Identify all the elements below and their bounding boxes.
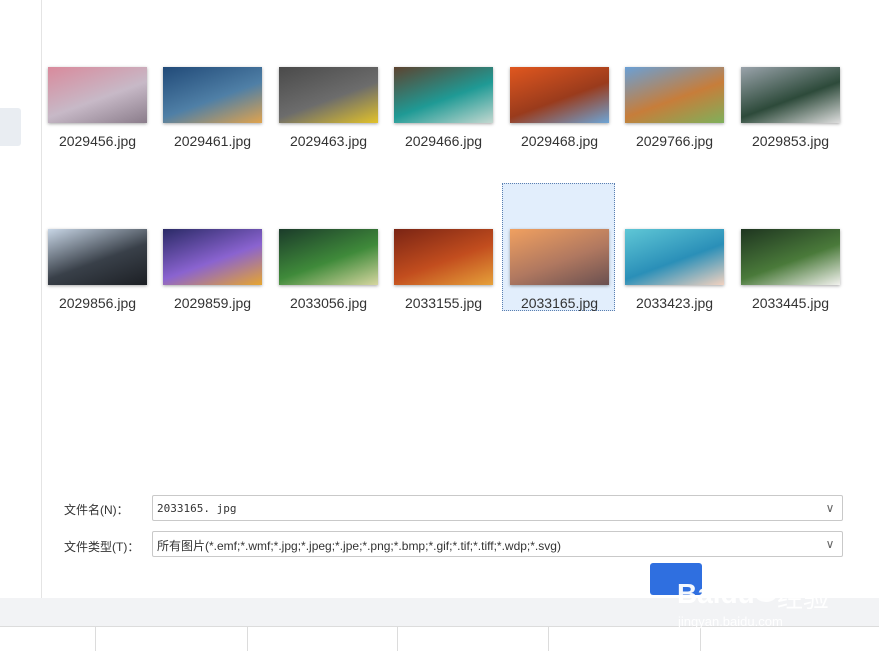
file-name-label: 2033423.jpg — [635, 295, 714, 311]
chevron-down-icon[interactable]: ∨ — [822, 499, 838, 517]
file-name-label: 2033056.jpg — [289, 295, 368, 311]
navigation-pane — [0, 0, 42, 598]
autumn-road-photo-icon[interactable] — [510, 67, 609, 123]
dog-photo-icon[interactable] — [625, 67, 724, 123]
file-item[interactable]: 2029463.jpg — [271, 60, 384, 188]
file-item[interactable]: 2029856.jpg — [40, 183, 153, 311]
city-night-photo-icon[interactable] — [163, 67, 262, 123]
chevron-down-icon[interactable]: ∨ — [822, 535, 838, 553]
filetype-select[interactable]: 所有图片(*.emf;*.wmf;*.jpg;*.jpeg;*.jpe;*.pn… — [152, 531, 843, 557]
file-name-label: 2029468.jpg — [520, 133, 599, 149]
file-item[interactable]: 2029766.jpg — [617, 60, 730, 188]
lake-village-photo-icon[interactable] — [741, 67, 840, 123]
filename-label: 文件名(N)： — [64, 503, 129, 517]
forest-steps-photo-icon[interactable] — [394, 229, 493, 285]
file-item[interactable]: 2033423.jpg — [617, 183, 730, 311]
anime-photo-icon[interactable] — [279, 229, 378, 285]
filetype-label: 文件类型(T)： — [64, 540, 140, 554]
file-name-label: 2029853.jpg — [751, 133, 830, 149]
file-item[interactable]: 2029859.jpg — [155, 183, 268, 311]
pebble-beach-photo-icon[interactable] — [48, 229, 147, 285]
file-name-label: 2029456.jpg — [58, 133, 137, 149]
paris-sunset-photo-icon[interactable] — [510, 229, 609, 285]
file-name-label: 2029463.jpg — [289, 133, 368, 149]
game-art-photo-icon[interactable] — [163, 229, 262, 285]
file-item[interactable]: 2029853.jpg — [733, 60, 846, 188]
file-item[interactable]: 2029456.jpg — [40, 60, 153, 188]
file-item[interactable]: 2029468.jpg — [502, 60, 615, 188]
file-name-label: 2029856.jpg — [58, 295, 137, 311]
file-item[interactable]: 2033056.jpg — [271, 183, 384, 311]
filename-value[interactable]: 2033165. jpg — [157, 502, 236, 515]
filename-field[interactable]: 2033165. jpg ∨ — [152, 495, 843, 521]
file-name-label: 2029461.jpg — [173, 133, 252, 149]
coast-aerial-photo-icon[interactable] — [394, 67, 493, 123]
file-grid: 2029456.jpg 2029461.jpg 2029463.jpg 2029466… — [42, 0, 879, 460]
car-photo-icon[interactable] — [279, 67, 378, 123]
file-item[interactable]: 2033445.jpg — [733, 183, 846, 311]
file-open-dialog: 2029456.jpg 2029461.jpg 2029463.jpg 2029466… — [42, 0, 879, 598]
white-flower-photo-icon[interactable] — [741, 229, 840, 285]
file-item[interactable]: 2029461.jpg — [155, 60, 268, 188]
cat-photo-icon[interactable] — [48, 67, 147, 123]
file-item[interactable]: 2033155.jpg — [386, 183, 499, 311]
file-name-label: 2033445.jpg — [751, 295, 830, 311]
file-name-label: 2029466.jpg — [404, 133, 483, 149]
file-name-label: 2033155.jpg — [404, 295, 483, 311]
file-item[interactable]: 2029466.jpg — [386, 60, 499, 188]
navigation-selected-item[interactable] — [0, 108, 21, 146]
file-item[interactable]: 2033165.jpg — [502, 183, 615, 311]
filetype-value[interactable]: 所有图片(*.emf;*.wmf;*.jpg;*.jpeg;*.jpe;*.pn… — [157, 537, 561, 554]
open-button[interactable] — [650, 563, 702, 595]
portrait-photo-icon[interactable] — [625, 229, 724, 285]
file-name-label: 2029859.jpg — [173, 295, 252, 311]
file-name-label: 2033165.jpg — [520, 295, 599, 311]
file-name-label: 2029766.jpg — [635, 133, 714, 149]
spreadsheet-background — [0, 626, 879, 651]
